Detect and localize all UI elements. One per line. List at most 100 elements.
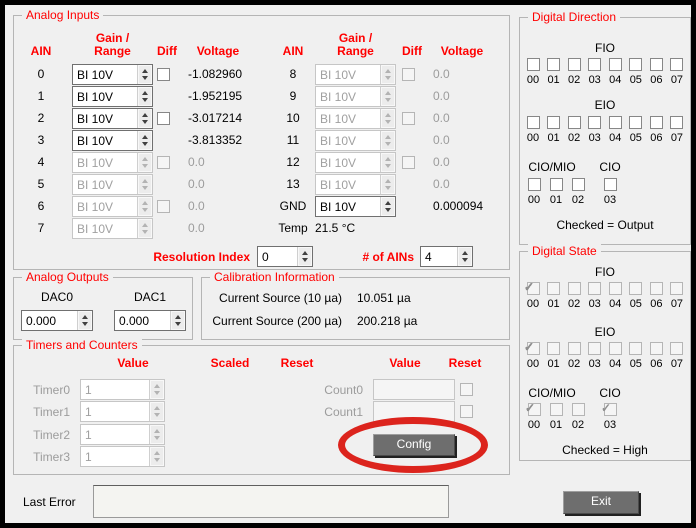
- exit-button[interactable]: Exit: [563, 491, 639, 514]
- bit-label: 05: [630, 298, 642, 310]
- dd-eio-checkbox[interactable]: [568, 116, 581, 129]
- cio-mio-direction-bits: 00 01 02: [524, 178, 588, 206]
- ain-header: AIN: [270, 44, 316, 58]
- checked-output-note: Checked = Output: [520, 218, 690, 232]
- eio-state-bits: 00 01 02 03 04 05 06 07: [523, 342, 687, 370]
- gain-range-header: Gain / Range: [72, 32, 153, 58]
- fio-direction-bits: 00 01 02 03 04 05 06 07: [523, 58, 687, 86]
- dac0-spinner[interactable]: 0.000: [21, 310, 93, 331]
- analog-inputs-title: Analog Inputs: [22, 8, 103, 22]
- bit-label: 06: [650, 74, 662, 86]
- bit-label: 00: [528, 419, 540, 431]
- bit-column: 02: [564, 342, 584, 370]
- dd-fio-checkbox[interactable]: [609, 58, 622, 71]
- gnd-voltage: 0.000094: [433, 199, 483, 213]
- bit-label: 00: [528, 194, 540, 206]
- dac1-spinner[interactable]: 0.000: [114, 310, 186, 331]
- ds-eio-checkbox: [609, 342, 622, 355]
- config-button[interactable]: Config: [373, 434, 455, 456]
- ds-eio-checkbox: [568, 342, 581, 355]
- bit-column: 02: [568, 178, 588, 206]
- dd-cio-mio-checkbox[interactable]: [550, 178, 563, 191]
- resolution-index-spinner[interactable]: 0: [257, 246, 313, 267]
- spinner-updown-icon[interactable]: [457, 247, 472, 266]
- diff-header: Diff: [152, 44, 182, 58]
- spinner-updown-icon: [380, 109, 395, 128]
- checked-high-note: Checked = High: [520, 443, 690, 457]
- bit-column: 03: [585, 58, 605, 86]
- dd-fio-checkbox[interactable]: [568, 58, 581, 71]
- ain-row: 12 BI 10V 0.0: [14, 152, 509, 174]
- bit-label: 00: [527, 358, 539, 370]
- timer3-value-spinner: 1: [80, 446, 165, 467]
- temp-value: 21.5 °C: [315, 221, 355, 235]
- bit-column: 00: [524, 178, 544, 206]
- bit-label: 05: [630, 74, 642, 86]
- digital-state-title: Digital State: [528, 244, 601, 258]
- bit-label: 06: [650, 298, 662, 310]
- bit-label: 02: [568, 358, 580, 370]
- current-source-200-label: Current Source (200 µa): [210, 314, 342, 328]
- bit-column: 04: [605, 282, 625, 310]
- ds-eio-checkbox: [588, 342, 601, 355]
- spinner-updown-icon[interactable]: [77, 311, 92, 330]
- gnd-row: GND BI 10V 0.000094: [14, 196, 509, 218]
- spinner-updown-icon[interactable]: [297, 247, 312, 266]
- bit-column: 05: [626, 116, 646, 144]
- ain10-voltage: 0.0: [433, 111, 450, 125]
- dd-eio-checkbox[interactable]: [629, 116, 642, 129]
- count1-reset-checkbox: [460, 405, 473, 418]
- digital-state-group: Digital State FIO 00 01 02 03 04 05 06 0…: [519, 251, 691, 461]
- bit-label: 00: [527, 132, 539, 144]
- spinner-updown-icon: [149, 380, 164, 399]
- dd-eio-checkbox[interactable]: [650, 116, 663, 129]
- dd-fio-checkbox[interactable]: [650, 58, 663, 71]
- bit-column: 04: [605, 58, 625, 86]
- bit-label: 05: [630, 358, 642, 370]
- timer0-label: Timer0: [24, 383, 70, 397]
- cio-label: CIO: [592, 386, 628, 400]
- ds-fio-checkbox: [629, 282, 642, 295]
- bit-column: 05: [626, 58, 646, 86]
- dd-cio-mio-checkbox[interactable]: [528, 178, 541, 191]
- ds-eio-checkbox: [629, 342, 642, 355]
- bit-column: 01: [546, 403, 566, 431]
- dd-eio-checkbox[interactable]: [609, 116, 622, 129]
- dd-fio-checkbox[interactable]: [629, 58, 642, 71]
- bit-label: 03: [589, 358, 601, 370]
- bit-label: 06: [650, 132, 662, 144]
- ds-fio-checkbox: [568, 282, 581, 295]
- dd-fio-checkbox[interactable]: [670, 58, 683, 71]
- labjack-control-panel-window: Analog Inputs AIN Gain / Range Diff Volt…: [0, 0, 696, 528]
- analog-outputs-group: Analog Outputs DAC0 DAC1 0.000 0.000: [13, 277, 193, 340]
- last-error-box: [93, 485, 449, 518]
- spinner-updown-icon: [380, 153, 395, 172]
- dd-fio-checkbox[interactable]: [527, 58, 540, 71]
- dd-cio-mio-checkbox[interactable]: [572, 178, 585, 191]
- bit-column: 00: [523, 116, 543, 144]
- dd-eio-checkbox[interactable]: [588, 116, 601, 129]
- bit-label: 03: [589, 298, 601, 310]
- ain-number: 9: [270, 89, 316, 103]
- ain9-range-select: BI 10V: [315, 86, 396, 107]
- eio-label: EIO: [520, 325, 690, 339]
- bit-label: 02: [572, 194, 584, 206]
- bit-column: 01: [544, 116, 564, 144]
- dd-fio-checkbox[interactable]: [547, 58, 560, 71]
- dd-eio-checkbox[interactable]: [527, 116, 540, 129]
- scaled-header: Scaled: [200, 356, 260, 370]
- spinner-updown-icon[interactable]: [170, 311, 185, 330]
- ain-number: 8: [270, 67, 316, 81]
- dd-cio-checkbox[interactable]: [604, 178, 617, 191]
- gnd-range-select[interactable]: BI 10V: [315, 196, 396, 217]
- dd-eio-checkbox[interactable]: [547, 116, 560, 129]
- analog-inputs-group: Analog Inputs AIN Gain / Range Diff Volt…: [13, 15, 510, 270]
- bit-column: 03: [585, 282, 605, 310]
- ain11-range-select: BI 10V: [315, 130, 396, 151]
- dd-eio-checkbox[interactable]: [670, 116, 683, 129]
- bit-label: 04: [609, 132, 621, 144]
- num-ains-spinner[interactable]: 4: [420, 246, 473, 267]
- spinner-updown-icon[interactable]: [380, 197, 395, 216]
- bit-column: 02: [564, 116, 584, 144]
- dd-fio-checkbox[interactable]: [588, 58, 601, 71]
